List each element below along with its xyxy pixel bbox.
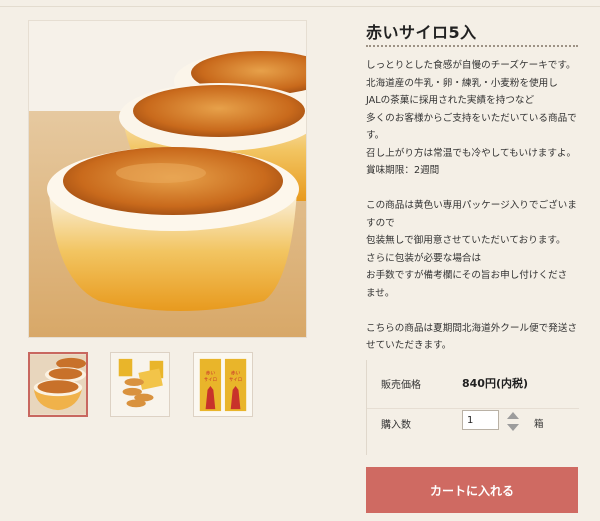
thumbnail-cheesecake-image bbox=[30, 354, 86, 415]
description-line: 賞味期限：2週間 bbox=[366, 165, 440, 176]
description-line: しっとりとした食感が自慢のチーズケーキです。 bbox=[366, 60, 576, 71]
purchase-divider bbox=[367, 408, 579, 409]
description-line: すので bbox=[366, 217, 395, 229]
cheesecake-photo bbox=[29, 21, 306, 337]
price-label: 販売価格 bbox=[381, 380, 421, 391]
description-line: せていただきます。 bbox=[366, 340, 452, 351]
quantity-decrement-icon[interactable] bbox=[507, 424, 519, 431]
description-spacer bbox=[366, 302, 582, 320]
package-label-1: 赤い bbox=[206, 370, 216, 376]
quantity-unit: 箱 bbox=[534, 419, 544, 430]
thumbnail-package-image: 赤い サイロ 赤い サイロ bbox=[194, 353, 252, 416]
description-line: 多くのお客様からご支持をいただいている商品で bbox=[366, 112, 577, 124]
description-line: ませ。 bbox=[366, 287, 395, 299]
add-to-cart-button[interactable]: カートに入れる bbox=[366, 467, 578, 513]
quantity-label: 購入数 bbox=[381, 420, 411, 431]
description-line: この商品は黄色い専用パッケージ入りでございま bbox=[366, 200, 577, 211]
thumbnail-cheesecake[interactable] bbox=[28, 352, 88, 417]
package-label-2: サイロ bbox=[204, 377, 217, 383]
thumbnail-package[interactable]: 赤い サイロ 赤い サイロ bbox=[193, 352, 253, 417]
description-line: 北海道産の牛乳・卵・練乳・小麦粉を使用し bbox=[366, 77, 558, 89]
package-label-4: サイロ bbox=[229, 377, 242, 383]
quantity-input[interactable] bbox=[462, 410, 499, 430]
title-divider bbox=[366, 45, 578, 47]
product-description: しっとりとした食感が自慢のチーズケーキです。 北海道産の牛乳・卵・練乳・小麦粉を… bbox=[366, 57, 582, 355]
package-label-3: 赤い bbox=[231, 370, 241, 376]
main-product-image bbox=[28, 20, 307, 338]
description-line: JALの茶菓に採用された実績を持つなど bbox=[366, 95, 535, 106]
description-line: さらに包装が必要な場合は bbox=[366, 252, 482, 264]
thumbnail-open-box-image bbox=[111, 353, 169, 416]
thumbnail-open-box[interactable] bbox=[110, 352, 170, 417]
price-value: 840円(内税) bbox=[462, 377, 529, 390]
description-line: お手数ですが備考欄にその旨お申し付けくださ bbox=[366, 270, 568, 281]
top-divider bbox=[0, 6, 600, 7]
description-line: す。 bbox=[366, 130, 385, 141]
description-line: 包装無しで御用意させていただいております。 bbox=[366, 235, 566, 246]
quantity-increment-icon[interactable] bbox=[507, 412, 519, 419]
product-title: 赤いサイロ5入 bbox=[366, 23, 477, 42]
description-line: こちらの商品は夏期間北海道外クール便で発送さ bbox=[366, 322, 578, 334]
purchase-panel: 販売価格 840円(内税) 購入数 箱 bbox=[366, 360, 579, 455]
description-spacer bbox=[366, 180, 582, 198]
description-line: 召し上がり方は常温でも冷やしてもいけますよ。 bbox=[366, 147, 577, 159]
